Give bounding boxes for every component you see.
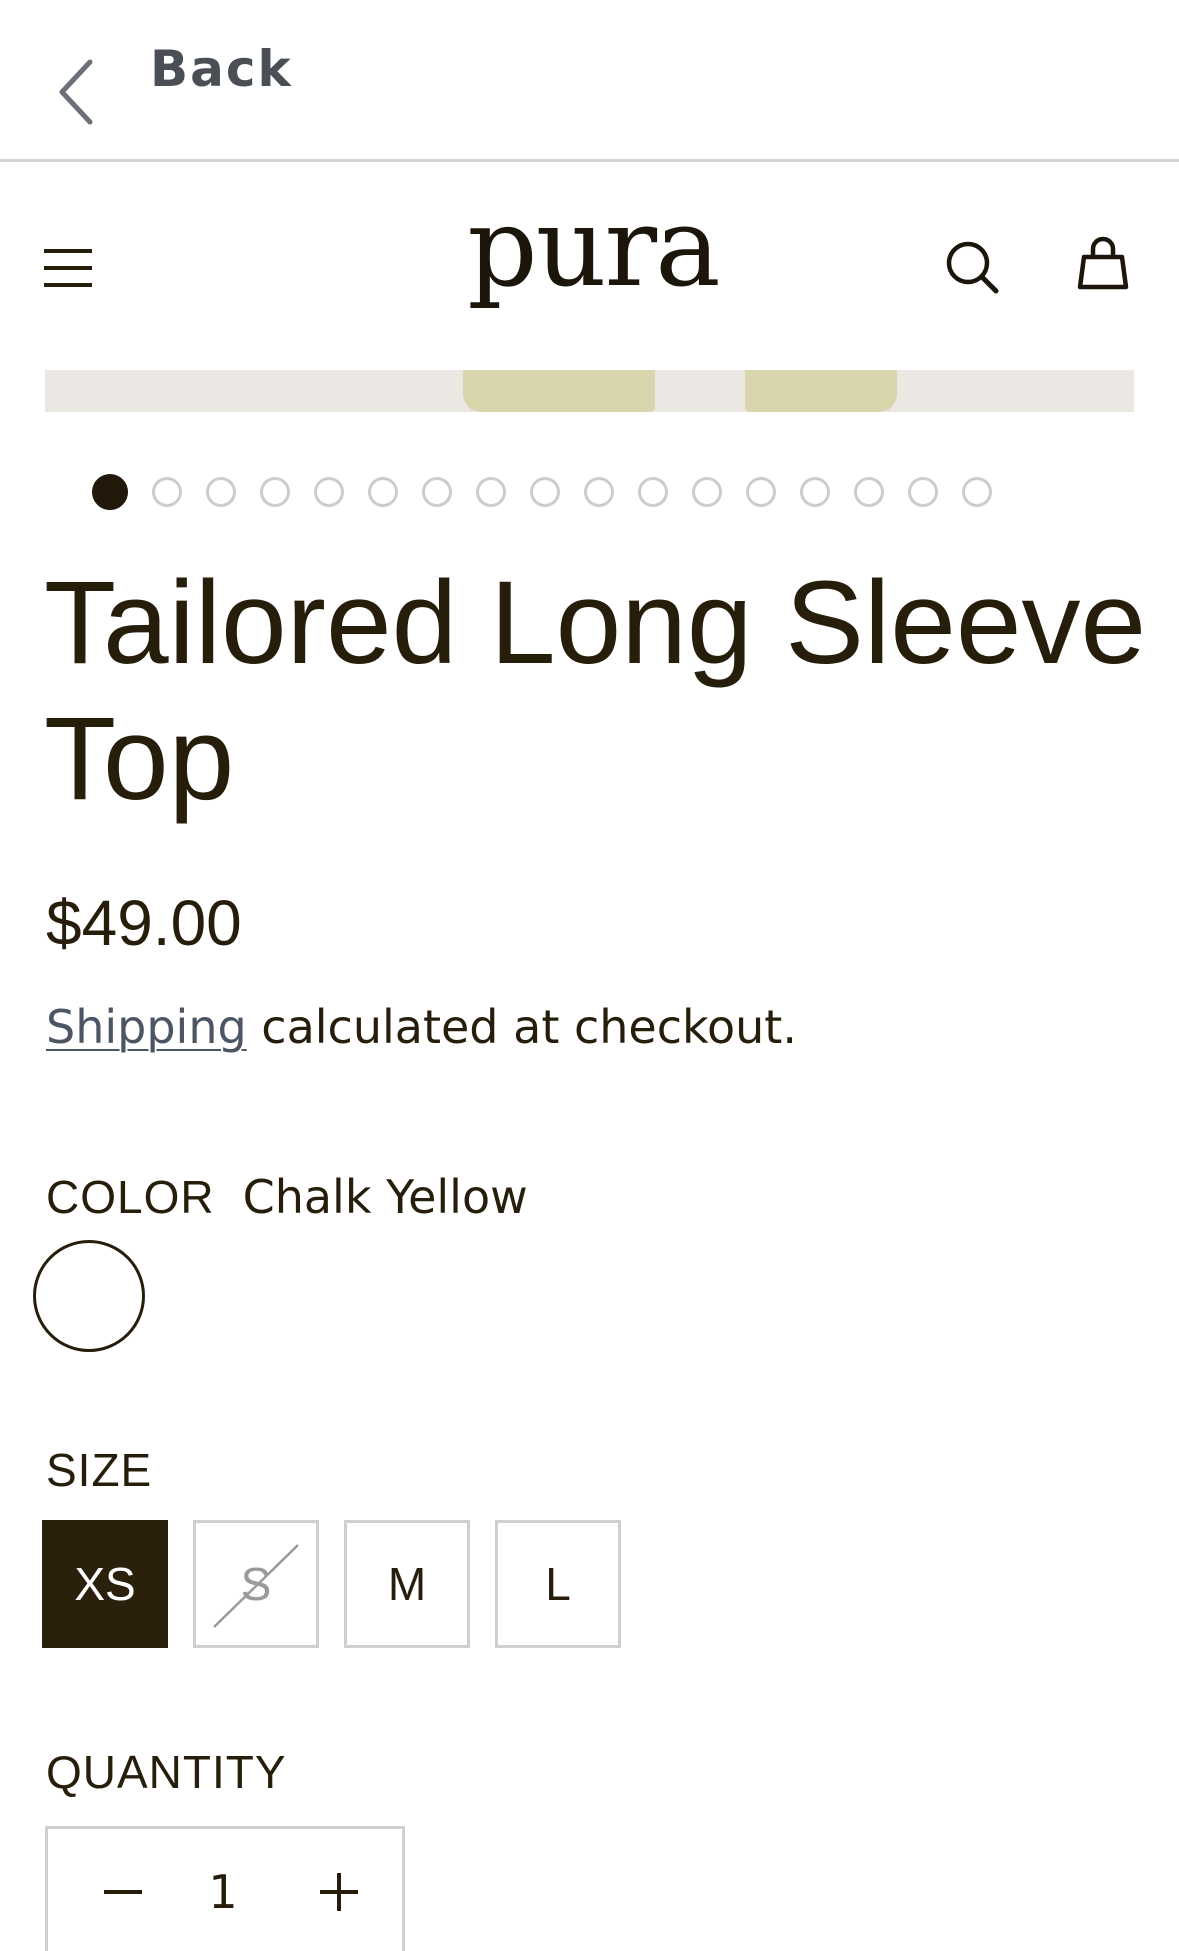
carousel-dot[interactable] — [530, 477, 560, 507]
product-title: Tailored Long Sleeve Top — [44, 557, 1147, 825]
carousel-dot[interactable] — [638, 477, 668, 507]
carousel-dot[interactable] — [962, 477, 992, 507]
chevron-left-icon[interactable] — [56, 58, 96, 126]
product-page: Back pura Tailored Long Sleeve Top $49.0… — [0, 0, 1179, 1951]
quantity-stepper: 1 — [45, 1826, 405, 1951]
garment-sleeve-right — [745, 370, 897, 412]
size-option-label: M — [387, 1558, 427, 1610]
carousel-dot[interactable] — [92, 474, 128, 510]
carousel-dot[interactable] — [206, 477, 236, 507]
size-option-l[interactable]: L — [495, 1520, 621, 1648]
product-image[interactable] — [45, 370, 1134, 412]
site-header: pura — [0, 165, 1179, 365]
color-swatch-chalk-yellow[interactable] — [33, 1240, 145, 1352]
product-price: $49.00 — [46, 887, 242, 959]
size-option-s[interactable]: S — [193, 1520, 319, 1648]
carousel-dot[interactable] — [152, 477, 182, 507]
carousel-dot[interactable] — [422, 477, 452, 507]
carousel-dot[interactable] — [314, 477, 344, 507]
minus-icon[interactable] — [98, 1867, 148, 1917]
back-bar: Back — [0, 0, 1179, 162]
back-button[interactable]: Back — [150, 40, 293, 98]
color-value: Chalk Yellow — [242, 1170, 528, 1224]
menu-icon[interactable] — [42, 245, 94, 291]
size-options: XS S M L — [42, 1520, 621, 1648]
search-icon[interactable] — [944, 239, 1000, 295]
size-option-label: XS — [74, 1558, 136, 1610]
carousel-dot[interactable] — [584, 477, 614, 507]
carousel-dot[interactable] — [746, 477, 776, 507]
carousel-dot[interactable] — [260, 477, 290, 507]
shipping-note: Shipping calculated at checkout. — [46, 1000, 797, 1054]
carousel-dots — [92, 474, 992, 513]
shipping-text: calculated at checkout. — [246, 1000, 797, 1054]
logo[interactable]: pura — [438, 185, 748, 335]
size-option-label: L — [545, 1558, 571, 1610]
size-label: SIZE — [46, 1444, 153, 1496]
cart-icon[interactable] — [1076, 235, 1130, 291]
garment-sleeve-left — [463, 370, 655, 412]
carousel-dot[interactable] — [368, 477, 398, 507]
color-label: COLOR — [46, 1171, 215, 1223]
color-row: COLOR Chalk Yellow — [46, 1170, 528, 1224]
carousel-dot[interactable] — [854, 477, 884, 507]
shipping-link[interactable]: Shipping — [46, 1000, 247, 1054]
carousel-dot[interactable] — [800, 477, 830, 507]
size-option-m[interactable]: M — [344, 1520, 470, 1648]
carousel-dot[interactable] — [476, 477, 506, 507]
logo-text: pura — [467, 185, 718, 311]
quantity-label: QUANTITY — [46, 1746, 287, 1798]
carousel-dot[interactable] — [908, 477, 938, 507]
size-option-xs[interactable]: XS — [42, 1520, 168, 1648]
unavailable-strike-icon — [213, 1544, 299, 1628]
carousel-dot[interactable] — [692, 477, 722, 507]
plus-icon[interactable] — [314, 1867, 364, 1917]
quantity-value[interactable]: 1 — [198, 1865, 248, 1919]
